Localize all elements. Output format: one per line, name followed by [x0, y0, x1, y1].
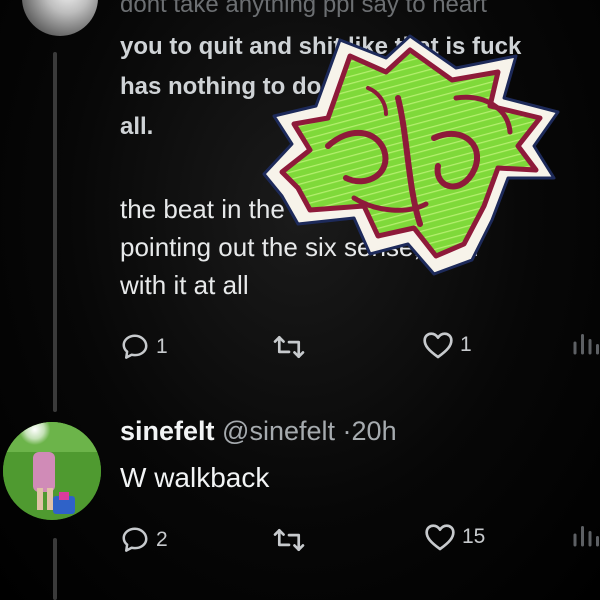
speech-bubble-icon	[122, 334, 148, 359]
reply-button[interactable]: 1	[120, 332, 168, 362]
repost-arrows-icon	[273, 335, 305, 359]
reply-author-row: sinefelt @sinefelt ·20h	[120, 416, 397, 447]
avatar-sinefelt[interactable]	[3, 422, 101, 520]
repost-arrows-icon	[273, 528, 305, 552]
speech-bubble-icon	[122, 527, 148, 552]
avatar-previous-post[interactable]	[22, 0, 98, 36]
views-button[interactable]	[570, 328, 600, 358]
like-button[interactable]: 15	[424, 522, 485, 552]
reply-text: W walkback	[120, 462, 270, 493]
like-count: 1	[460, 333, 472, 356]
avatar-photo	[3, 422, 101, 520]
reply-count: 2	[156, 528, 168, 551]
heart-icon	[425, 524, 455, 551]
post-text-line: with it at all	[120, 270, 249, 300]
timestamp[interactable]: 20h	[352, 416, 397, 446]
repost-button[interactable]	[272, 525, 312, 555]
thread-connector-line	[53, 52, 57, 412]
display-name[interactable]: sinefelt	[120, 416, 215, 446]
post-text-line: dont take anything ppl say to heart	[120, 0, 487, 18]
like-button[interactable]: 1	[422, 330, 472, 360]
dot-separator: ·	[342, 416, 352, 446]
repost-button[interactable]	[272, 332, 312, 362]
graffiti-sticker-icon	[262, 34, 560, 276]
bar-chart-icon	[573, 334, 599, 355]
user-handle[interactable]: @sinefelt	[222, 416, 335, 446]
reply-count: 1	[156, 335, 168, 358]
reply-button[interactable]: 2	[120, 525, 168, 555]
heart-icon	[423, 332, 453, 359]
thread-connector-line-lower	[53, 538, 57, 600]
like-count: 15	[462, 525, 486, 548]
views-button[interactable]	[570, 520, 600, 550]
tweet-thread-screen: dont take anything ppl say to heart you …	[0, 0, 600, 600]
post-text-line: all.	[120, 113, 154, 140]
bar-chart-icon	[573, 526, 599, 547]
